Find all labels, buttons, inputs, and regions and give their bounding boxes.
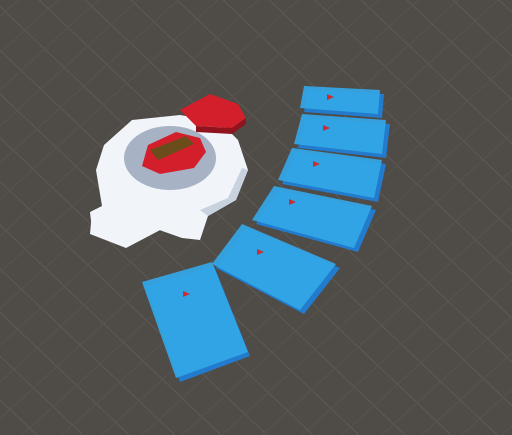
grid-line xyxy=(0,399,38,435)
card-6[interactable] xyxy=(300,86,384,118)
grid-line xyxy=(0,5,452,435)
scene-viewport[interactable] xyxy=(0,0,512,435)
grid-line xyxy=(0,0,459,420)
duel-disk[interactable] xyxy=(90,94,248,248)
grid-line xyxy=(0,0,12,435)
scene-canvas[interactable] xyxy=(0,0,512,435)
grid-line xyxy=(0,0,59,54)
grid-line xyxy=(421,352,512,435)
card-1[interactable] xyxy=(142,262,250,382)
